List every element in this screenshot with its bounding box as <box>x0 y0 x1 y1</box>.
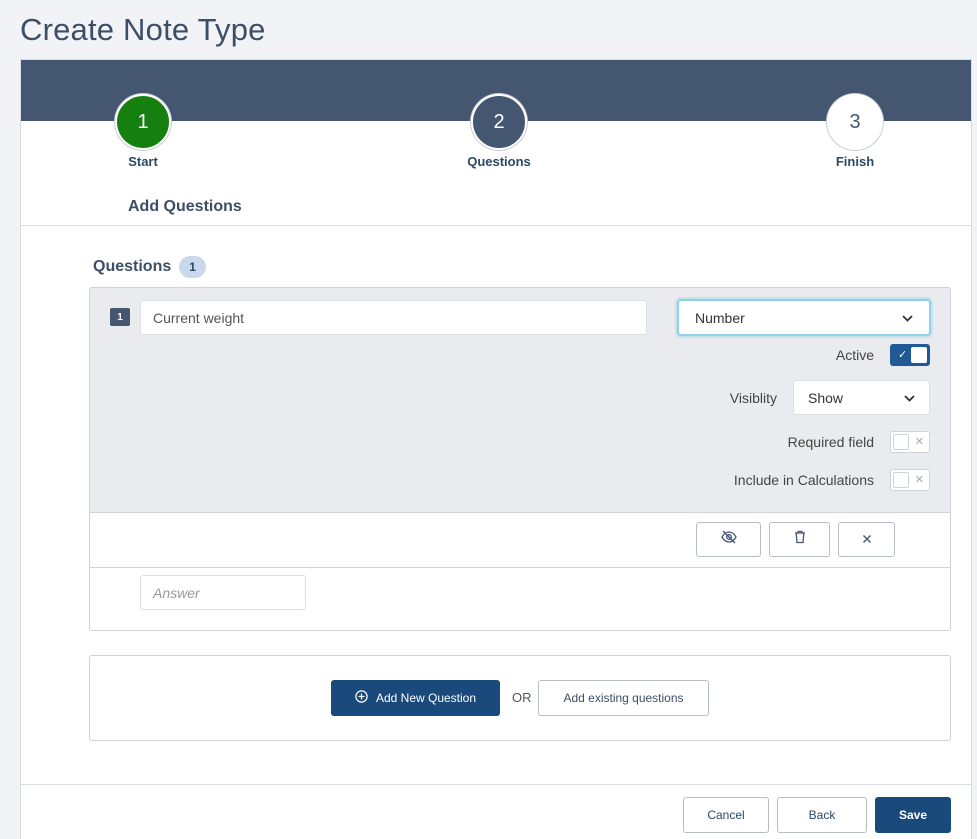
eye-off-icon <box>720 530 737 549</box>
divider <box>21 225 971 226</box>
question-card: 1 Number Active ✓ Visiblity Show <box>89 287 951 631</box>
delete-question-button[interactable] <box>769 522 830 557</box>
question-settings-panel: 1 Number Active ✓ Visiblity Show <box>90 288 950 513</box>
page-title: Create Note Type <box>20 12 266 47</box>
question-type-value: Number <box>695 309 745 326</box>
chevron-down-icon <box>902 311 913 325</box>
questions-header: Questions 1 <box>93 256 206 278</box>
active-toggle[interactable]: ✓ <box>890 344 930 366</box>
visibility-label: Visiblity <box>729 389 777 406</box>
questions-count-badge: 1 <box>179 256 206 278</box>
calculations-label: Include in Calculations <box>733 472 874 488</box>
toggle-knob <box>893 472 909 488</box>
step-circle-1: 1 <box>115 94 171 150</box>
question-actions <box>90 513 950 568</box>
step-label-finish: Finish <box>835 154 875 169</box>
step-questions: 2 Questions <box>439 94 559 169</box>
required-row: Required field ✕ <box>788 431 930 453</box>
question-text-input[interactable] <box>140 300 647 335</box>
x-icon: ✕ <box>914 474 924 486</box>
question-type-select[interactable]: Number <box>677 299 931 336</box>
wizard-card: 1 Start 2 Questions 3 Finish Add Questio… <box>20 59 972 839</box>
question-number-badge: 1 <box>110 308 130 326</box>
step-start: 1 Start <box>83 94 203 169</box>
required-label: Required field <box>787 434 874 450</box>
step-label-start: Start <box>128 154 158 169</box>
required-toggle[interactable]: ✕ <box>890 431 930 453</box>
cancel-button[interactable]: Cancel <box>683 797 769 833</box>
chevron-down-icon <box>904 391 915 405</box>
add-new-question-button[interactable]: Add New Question <box>331 680 500 716</box>
close-question-button[interactable] <box>838 522 895 557</box>
active-label: Active <box>835 347 874 363</box>
hide-question-button[interactable] <box>696 522 761 557</box>
toggle-knob <box>911 347 927 363</box>
x-icon: ✕ <box>914 436 924 448</box>
save-button[interactable]: Save <box>875 797 951 833</box>
answer-input[interactable]: Answer <box>140 575 306 610</box>
active-row: Active ✓ <box>836 344 930 366</box>
trash-icon <box>794 530 806 549</box>
visibility-select[interactable]: Show <box>793 380 930 415</box>
step-label-questions: Questions <box>467 154 531 169</box>
add-question-panel: Add New Question OR Add existing questio… <box>89 655 951 741</box>
check-icon: ✓ <box>898 349 908 361</box>
back-button[interactable]: Back <box>777 797 867 833</box>
or-separator: OR <box>512 690 532 705</box>
close-icon <box>862 531 872 549</box>
toggle-knob <box>893 434 909 450</box>
step-circle-3: 3 <box>827 94 883 150</box>
footer-divider <box>21 784 971 785</box>
plus-circle-icon <box>355 690 368 706</box>
step-finish: 3 Finish <box>795 94 915 169</box>
questions-title: Questions <box>93 258 172 275</box>
visibility-value: Show <box>808 389 844 406</box>
visibility-row: Visiblity Show <box>730 380 930 415</box>
section-heading: Add Questions <box>128 198 242 215</box>
calculations-toggle[interactable]: ✕ <box>890 469 930 491</box>
calculations-row: Include in Calculations ✕ <box>734 469 930 491</box>
step-circle-2: 2 <box>471 94 527 150</box>
add-new-question-label: Add New Question <box>375 691 477 705</box>
add-existing-questions-button[interactable]: Add existing questions <box>538 680 709 716</box>
